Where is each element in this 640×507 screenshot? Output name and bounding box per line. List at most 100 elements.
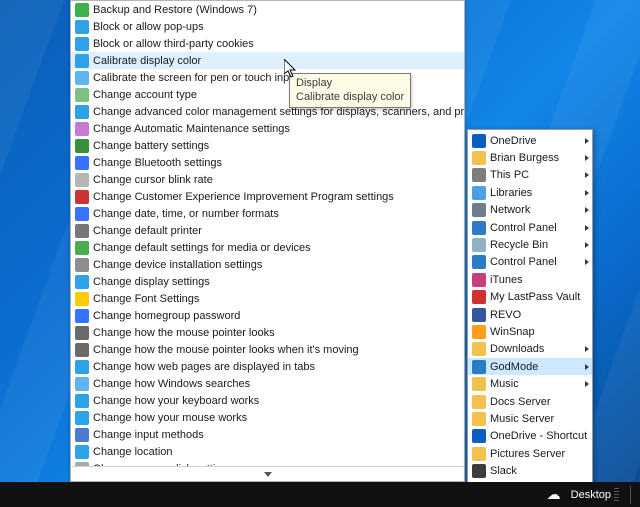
tooltip-line2: Calibrate display color	[296, 90, 404, 104]
mouse-cursor	[284, 59, 298, 79]
menu-item[interactable]: Brian Burgess	[468, 149, 592, 166]
item-icon	[75, 105, 89, 119]
submenu-arrow-icon	[585, 190, 589, 196]
menu-icon	[472, 238, 486, 252]
menu-item[interactable]: Docs Server	[468, 393, 592, 410]
menu-item[interactable]: Libraries	[468, 184, 592, 201]
menu-item[interactable]: Music Server	[468, 410, 592, 427]
list-item[interactable]: Change display settings	[71, 273, 464, 290]
list-item[interactable]: Change battery settings	[71, 137, 464, 154]
submenu-arrow-icon	[585, 172, 589, 178]
desktop-toolbar-button[interactable]: Desktop	[571, 488, 619, 502]
menu-item[interactable]: This PC	[468, 167, 592, 184]
item-label: Calibrate the screen for pen or touch in…	[93, 72, 298, 84]
submenu-arrow-icon	[585, 346, 589, 352]
menu-icon	[472, 290, 486, 304]
menu-icon	[472, 151, 486, 165]
list-item[interactable]: Change how web pages are displayed in ta…	[71, 358, 464, 375]
menu-item[interactable]: GodMode	[468, 358, 592, 375]
item-icon	[75, 20, 89, 34]
menu-icon	[472, 168, 486, 182]
item-label: Change how the mouse pointer looks when …	[93, 344, 359, 356]
menu-icon	[472, 429, 486, 443]
menu-item[interactable]: Control Panel	[468, 254, 592, 271]
list-item[interactable]: Change location	[71, 443, 464, 460]
list-item[interactable]: Change homegroup password	[71, 307, 464, 324]
menu-item[interactable]: REVO	[468, 306, 592, 323]
godmode-list[interactable]: Backup and Restore (Windows 7) Block or a…	[71, 1, 464, 466]
list-item[interactable]: Change how the mouse pointer looks when …	[71, 341, 464, 358]
list-item[interactable]: Change how your mouse works	[71, 409, 464, 426]
menu-label: Control Panel	[490, 256, 557, 268]
taskbar[interactable]: ☁ Desktop	[0, 482, 640, 507]
item-icon	[75, 428, 89, 442]
menu-label: Pictures Server	[490, 448, 565, 460]
item-label: Change cursor blink rate	[93, 174, 213, 186]
tray-cloud-icon[interactable]: ☁	[547, 486, 561, 503]
item-label: Change Automatic Maintenance settings	[93, 123, 290, 135]
menu-item[interactable]: Music	[468, 375, 592, 392]
item-icon	[75, 377, 89, 391]
menu-item[interactable]: Pictures Server	[468, 445, 592, 462]
list-item[interactable]: Change default printer	[71, 222, 464, 239]
menu-icon	[472, 203, 486, 217]
list-item[interactable]: Block or allow third-party cookies	[71, 35, 464, 52]
item-icon	[75, 3, 89, 17]
menu-icon	[472, 342, 486, 356]
menu-item[interactable]: Recycle Bin	[468, 236, 592, 253]
menu-item[interactable]: My LastPass Vault	[468, 289, 592, 306]
menu-item[interactable]: Control Panel	[468, 219, 592, 236]
list-item[interactable]: Change input methods	[71, 426, 464, 443]
menu-item[interactable]: Network	[468, 202, 592, 219]
list-item[interactable]: Change Customer Experience Improvement P…	[71, 188, 464, 205]
list-item[interactable]: Change Font Settings	[71, 290, 464, 307]
list-item[interactable]: Change Bluetooth settings	[71, 154, 464, 171]
list-item[interactable]: Change how your keyboard works	[71, 392, 464, 409]
tooltip-line1: Display	[296, 76, 404, 90]
menu-icon	[472, 447, 486, 461]
item-icon	[75, 275, 89, 289]
item-icon	[75, 156, 89, 170]
menu-item[interactable]: OneDrive - Shortcut	[468, 428, 592, 445]
item-label: Block or allow pop-ups	[93, 21, 204, 33]
item-label: Change how your mouse works	[93, 412, 247, 424]
menu-label: iTunes	[490, 274, 523, 286]
menu-item[interactable]: iTunes	[468, 271, 592, 288]
list-item[interactable]: Change Automatic Maintenance settings	[71, 120, 464, 137]
menu-icon	[472, 255, 486, 269]
menu-item[interactable]: Downloads	[468, 341, 592, 358]
desktop-toolbar-menu[interactable]: OneDriveBrian BurgessThis PCLibraries Net…	[467, 129, 593, 507]
scroll-down-hint[interactable]	[71, 466, 464, 481]
item-icon	[75, 71, 89, 85]
menu-label: Recycle Bin	[490, 239, 548, 251]
menu-label: Docs Server	[490, 396, 551, 408]
menu-label: Downloads	[490, 343, 544, 355]
menu-item[interactable]: OneDrive	[468, 132, 592, 149]
list-item[interactable]: Change default settings for media or dev…	[71, 239, 464, 256]
submenu-arrow-icon	[585, 155, 589, 161]
menu-icon	[472, 464, 486, 478]
item-label: Block or allow third-party cookies	[93, 38, 254, 50]
item-icon	[75, 139, 89, 153]
item-icon	[75, 173, 89, 187]
list-item[interactable]: Change date, time, or number formats	[71, 205, 464, 222]
item-label: Change Customer Experience Improvement P…	[93, 191, 394, 203]
item-label: Change account type	[93, 89, 197, 101]
toolbar-grip[interactable]	[614, 488, 619, 502]
item-icon	[75, 207, 89, 221]
menu-label: Network	[490, 204, 530, 216]
item-label: Calibrate display color	[93, 55, 201, 67]
list-item[interactable]: Change device installation settings	[71, 256, 464, 273]
menu-item[interactable]: Slack	[468, 462, 592, 479]
submenu-arrow-icon	[585, 225, 589, 231]
list-item[interactable]: Change how Windows searches	[71, 375, 464, 392]
list-item[interactable]: Change cursor blink rate	[71, 171, 464, 188]
list-item[interactable]: Calibrate display color	[71, 52, 464, 69]
list-item[interactable]: Change how the mouse pointer looks	[71, 324, 464, 341]
item-label: Change input methods	[93, 429, 204, 441]
list-item[interactable]: Backup and Restore (Windows 7)	[71, 1, 464, 18]
show-desktop-button[interactable]	[630, 486, 636, 504]
menu-icon	[472, 395, 486, 409]
menu-item[interactable]: WinSnap	[468, 323, 592, 340]
list-item[interactable]: Block or allow pop-ups	[71, 18, 464, 35]
